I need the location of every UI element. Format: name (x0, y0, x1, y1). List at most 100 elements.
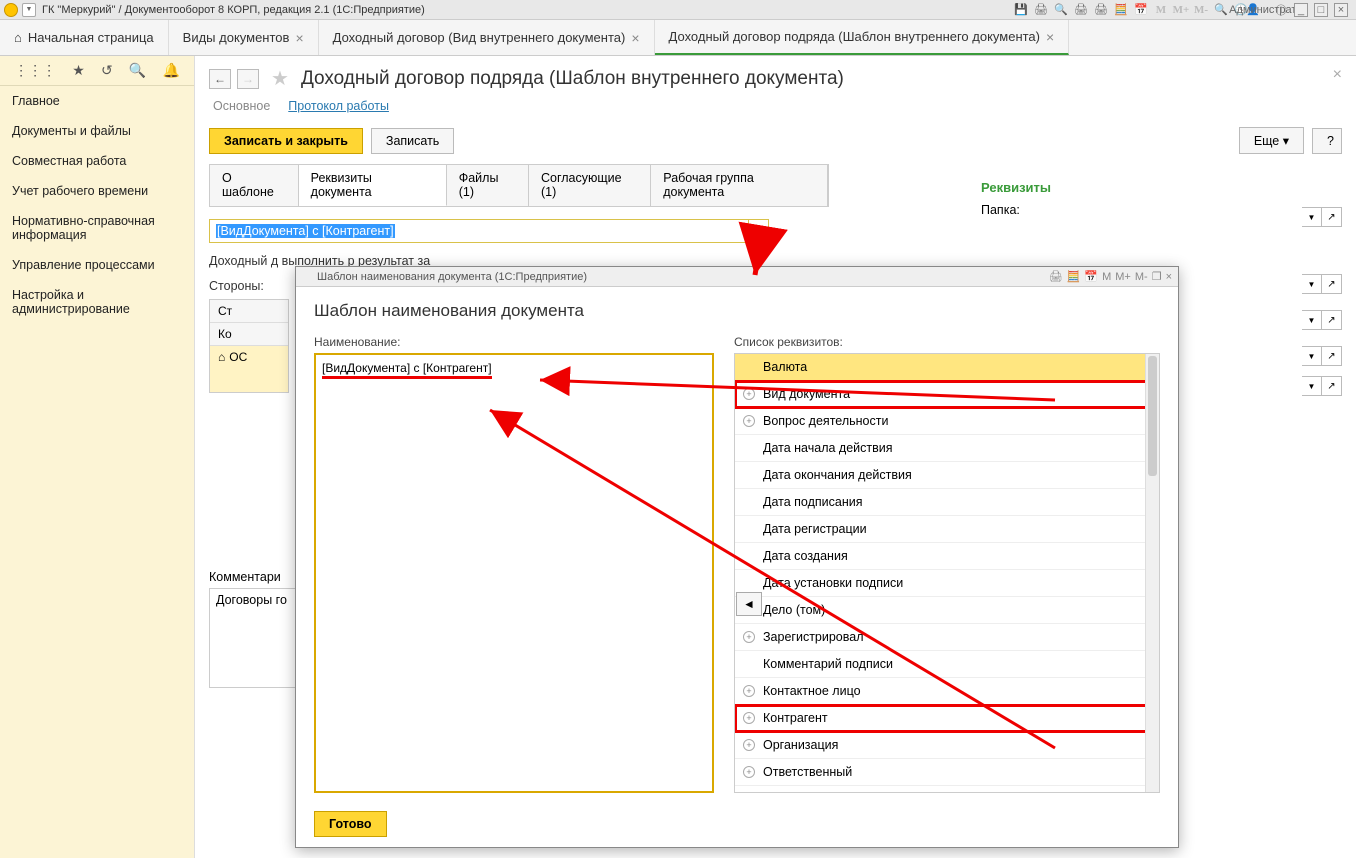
m-icon[interactable]: M (1154, 3, 1168, 17)
name-template-field[interactable]: [ВидДокумента] с [Контрагент] (209, 219, 749, 243)
preview-icon[interactable]: 🔍 (1054, 3, 1068, 17)
sidebar-item-process[interactable]: Управление процессами (0, 250, 194, 280)
field-open[interactable]: ↗ (1322, 310, 1342, 330)
content-close-icon[interactable]: × (1333, 66, 1342, 84)
done-button[interactable]: Готово (314, 811, 387, 837)
dialog-restore-icon[interactable]: ❐ (1152, 270, 1162, 283)
field-dd[interactable]: ▼ (1302, 346, 1322, 366)
list-item[interactable]: Дата окончания действия (735, 462, 1159, 489)
list-item[interactable]: +Организация (735, 732, 1159, 759)
help-button[interactable]: ? (1312, 128, 1342, 154)
field-dd[interactable]: ▼ (1302, 274, 1322, 294)
expand-icon[interactable]: + (743, 685, 755, 697)
m-minus-icon[interactable]: M- (1194, 3, 1208, 17)
calc-icon[interactable]: 🧮 (1114, 3, 1128, 17)
save-close-button[interactable]: Записать и закрыть (209, 128, 363, 154)
bell-icon[interactable]: 🔔 (162, 62, 179, 79)
list-item[interactable]: Дата установки подписи (735, 570, 1159, 597)
dialog-mminus-icon[interactable]: M- (1135, 271, 1148, 283)
zoom-icon[interactable]: 🔍 (1214, 3, 1228, 17)
minimize-button[interactable]: _ (1294, 3, 1308, 17)
field-open[interactable]: ↗ (1322, 346, 1342, 366)
tab-income-contract-template[interactable]: Доходный договор подряда (Шаблон внутрен… (655, 20, 1070, 55)
list-item[interactable]: +Контактное лицо (735, 678, 1159, 705)
history-icon[interactable]: ↺ (101, 62, 113, 79)
list-item[interactable]: +Зарегистрировал (735, 624, 1159, 651)
subtab-log[interactable]: Протокол работы (288, 99, 389, 113)
print3-icon[interactable]: 🖨 (1094, 3, 1108, 17)
doctab-workgroup[interactable]: Рабочая группа документа (651, 165, 828, 206)
dialog-mplus-icon[interactable]: M+ (1115, 271, 1131, 283)
dialog-calendar-icon[interactable]: 📅 (1084, 270, 1098, 283)
dialog-close-icon[interactable]: × (1166, 271, 1172, 283)
sidebar-item-collab[interactable]: Совместная работа (0, 146, 194, 176)
dialog-m-icon[interactable]: M (1102, 271, 1111, 283)
info-icon[interactable]: ⓘ (1274, 3, 1288, 17)
close-icon[interactable]: × (295, 30, 303, 46)
sidebar-item-admin[interactable]: Настройка и администрирование (0, 280, 194, 324)
dialog-calc-icon[interactable]: 🧮 (1067, 270, 1081, 283)
sidebar-item-main[interactable]: Главное (0, 86, 194, 116)
field-dd[interactable]: ▼ (1302, 310, 1322, 330)
save-button[interactable]: Записать (371, 128, 454, 154)
list-item[interactable]: +Вопрос деятельности (735, 408, 1159, 435)
list-item[interactable]: +Контрагент (735, 705, 1159, 732)
list-item[interactable]: Дата начала действия (735, 435, 1159, 462)
expand-icon[interactable]: + (743, 739, 755, 751)
list-item[interactable]: Валюта (735, 354, 1159, 381)
star-icon[interactable]: ★ (72, 62, 85, 79)
more-button[interactable]: Еще ▾ (1239, 127, 1304, 154)
expand-icon[interactable]: + (743, 388, 755, 400)
close-button[interactable]: × (1334, 3, 1348, 17)
list-item[interactable]: Дата подписания (735, 489, 1159, 516)
back-button[interactable]: ← (209, 69, 231, 89)
scrollbar[interactable] (1145, 354, 1159, 792)
field-open[interactable]: ↗ (1322, 207, 1342, 227)
subtab-main[interactable]: Основное (213, 99, 270, 113)
forward-button[interactable]: → (237, 69, 259, 89)
sidebar-item-ref[interactable]: Нормативно-справочная информация (0, 206, 194, 250)
row-main[interactable]: ⌂ ОС (210, 346, 288, 368)
field-open[interactable]: ↗ (1322, 376, 1342, 396)
apps-icon[interactable]: ⋮⋮⋮ (14, 62, 56, 79)
tab-document-types[interactable]: Виды документов × (169, 20, 319, 55)
tab-income-contract[interactable]: Доходный договор (Вид внутреннего докуме… (319, 20, 655, 55)
expand-icon[interactable]: + (743, 415, 755, 427)
sidebar-item-docs[interactable]: Документы и файлы (0, 116, 194, 146)
name-expand-button[interactable]: ▾ (749, 219, 769, 243)
user-label[interactable]: 👤 Администратор (1254, 3, 1268, 17)
expand-icon[interactable]: + (743, 712, 755, 724)
expand-icon[interactable]: + (743, 631, 755, 643)
insert-button[interactable]: ◄ (736, 592, 762, 616)
print-icon[interactable]: 🖨 (1034, 3, 1048, 17)
sidebar-item-time[interactable]: Учет рабочего времени (0, 176, 194, 206)
comment-field[interactable]: Договоры го (209, 588, 309, 688)
list-item[interactable]: +Дело (том) (735, 597, 1159, 624)
doctab-requisites[interactable]: Реквизиты документа (299, 165, 447, 206)
doctab-approvers[interactable]: Согласующие (1) (529, 165, 651, 206)
field-dd[interactable]: ▼ (1302, 207, 1322, 227)
expand-icon[interactable]: + (743, 766, 755, 778)
name-textarea[interactable]: [ВидДокумента] с [Контрагент] (314, 353, 714, 793)
scrollbar-thumb[interactable] (1148, 356, 1157, 476)
search-icon[interactable]: 🔍 (129, 62, 146, 79)
home-tab[interactable]: ⌂ Начальная страница (0, 20, 169, 55)
app-menu-dropdown[interactable] (22, 3, 36, 17)
m-plus-icon[interactable]: M+ (1174, 3, 1188, 17)
list-item[interactable]: Дата регистрации (735, 516, 1159, 543)
close-icon[interactable]: × (1046, 29, 1054, 45)
save-icon[interactable]: 💾 (1014, 3, 1028, 17)
doctab-files[interactable]: Файлы (1) (447, 165, 529, 206)
field-open[interactable]: ↗ (1322, 274, 1342, 294)
list-item[interactable]: Комментарий подписи (735, 651, 1159, 678)
close-icon[interactable]: × (631, 30, 639, 46)
list-item[interactable]: +Вид документа (735, 381, 1159, 408)
requisites-list[interactable]: Валюта+Вид документа+Вопрос деятельности… (734, 353, 1160, 793)
field-dd[interactable]: ▼ (1302, 376, 1322, 396)
list-item[interactable]: +Ответственный (735, 759, 1159, 786)
list-item[interactable]: Дата создания (735, 543, 1159, 570)
maximize-button[interactable]: □ (1314, 3, 1328, 17)
favorite-icon[interactable]: ★ (271, 66, 289, 91)
dialog-print-icon[interactable]: 🖨 (1049, 270, 1063, 283)
doctab-about[interactable]: О шаблоне (210, 165, 299, 206)
